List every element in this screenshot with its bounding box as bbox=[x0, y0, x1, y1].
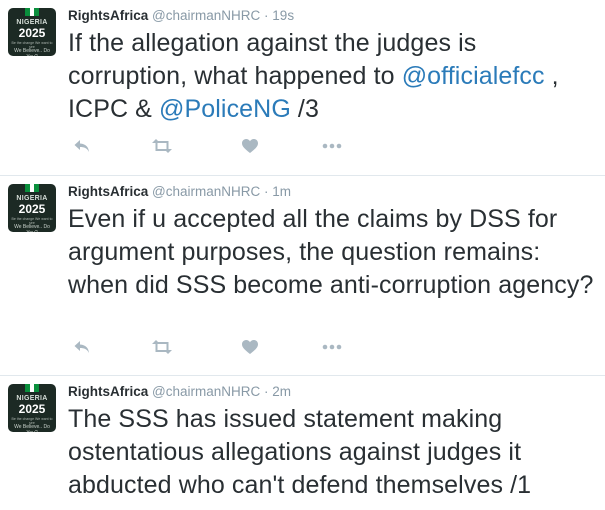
timeline: NIGERIA 2025 Be the change We want to se… bbox=[0, 0, 605, 510]
separator-dot: · bbox=[264, 8, 269, 23]
tweet-text: If the allegation against the judges is … bbox=[68, 27, 595, 126]
mention-link[interactable]: @PoliceNG bbox=[159, 95, 291, 123]
timestamp[interactable]: 1m bbox=[272, 184, 291, 199]
retweet-icon bbox=[152, 340, 172, 354]
retweet-button[interactable] bbox=[150, 136, 174, 156]
reply-button[interactable] bbox=[70, 337, 94, 357]
avatar-line1: NIGERIA bbox=[16, 19, 48, 26]
reply-button[interactable] bbox=[70, 136, 94, 156]
tweet-text: Even if u accepted all the claims by DSS… bbox=[68, 203, 595, 302]
tweet-content: RightsAfrica @chairmanNHRC · 2m The SSS … bbox=[68, 383, 595, 502]
reply-icon bbox=[74, 341, 89, 353]
avatar-line2: 2025 bbox=[18, 202, 46, 216]
heart-icon bbox=[242, 340, 258, 354]
timestamp[interactable]: 2m bbox=[272, 384, 291, 399]
retweet-button[interactable] bbox=[150, 337, 174, 357]
avatar-line1: NIGERIA bbox=[16, 395, 48, 402]
tweet[interactable]: NIGERIA 2025 Be the change We want to se… bbox=[0, 0, 605, 176]
avatar-line4: We Believe.. Do You? bbox=[14, 48, 50, 56]
user-handle[interactable]: @chairmanNHRC bbox=[152, 384, 260, 399]
avatar[interactable]: NIGERIA 2025 Be the change We want to se… bbox=[8, 8, 56, 56]
user-handle[interactable]: @chairmanNHRC bbox=[152, 184, 260, 199]
like-button[interactable] bbox=[238, 136, 262, 156]
separator-dot: · bbox=[264, 384, 269, 399]
more-icon bbox=[322, 344, 342, 350]
reply-icon bbox=[74, 140, 89, 152]
separator-dot: · bbox=[264, 184, 269, 199]
like-button[interactable] bbox=[238, 337, 262, 357]
avatar-line2: 2025 bbox=[18, 26, 46, 40]
flag-icon bbox=[25, 184, 40, 192]
tweet-header: RightsAfrica @chairmanNHRC · 2m bbox=[68, 383, 595, 401]
avatar-line1: NIGERIA bbox=[16, 195, 48, 202]
avatar-line2: 2025 bbox=[18, 402, 46, 416]
retweet-icon bbox=[152, 139, 172, 153]
more-icon bbox=[322, 143, 342, 149]
timestamp[interactable]: 19s bbox=[272, 8, 294, 23]
text-segment: /3 bbox=[290, 95, 319, 123]
more-button[interactable] bbox=[320, 337, 344, 357]
avatar[interactable]: NIGERIA 2025 Be the change We want to se… bbox=[8, 184, 56, 232]
heart-icon bbox=[242, 139, 258, 153]
avatar-line4: We Believe.. Do You? bbox=[14, 224, 50, 232]
tweet-header: RightsAfrica @chairmanNHRC · 19s bbox=[68, 7, 595, 25]
display-name[interactable]: RightsAfrica bbox=[68, 8, 148, 23]
text-segment: The SSS has issued statement making oste… bbox=[68, 405, 532, 499]
avatar[interactable]: NIGERIA 2025 Be the change We want to se… bbox=[8, 384, 56, 432]
mention-link[interactable]: @officialefcc bbox=[402, 62, 545, 90]
tweet-content: RightsAfrica @chairmanNHRC · 19s If the … bbox=[68, 7, 595, 126]
tweet-text: The SSS has issued statement making oste… bbox=[68, 403, 595, 502]
user-handle[interactable]: @chairmanNHRC bbox=[152, 8, 260, 23]
tweet[interactable]: NIGERIA 2025 Be the change We want to se… bbox=[0, 176, 605, 376]
avatar-line4: We Believe.. Do You? bbox=[14, 424, 50, 432]
display-name[interactable]: RightsAfrica bbox=[68, 384, 148, 399]
more-button[interactable] bbox=[320, 136, 344, 156]
tweet-content: RightsAfrica @chairmanNHRC · 1m Even if … bbox=[68, 183, 595, 302]
flag-icon bbox=[25, 8, 40, 16]
tweet[interactable]: NIGERIA 2025 Be the change We want to se… bbox=[0, 376, 605, 510]
tweet-header: RightsAfrica @chairmanNHRC · 1m bbox=[68, 183, 595, 201]
text-segment: Even if u accepted all the claims by DSS… bbox=[68, 205, 594, 299]
flag-icon bbox=[25, 384, 40, 392]
display-name[interactable]: RightsAfrica bbox=[68, 184, 148, 199]
